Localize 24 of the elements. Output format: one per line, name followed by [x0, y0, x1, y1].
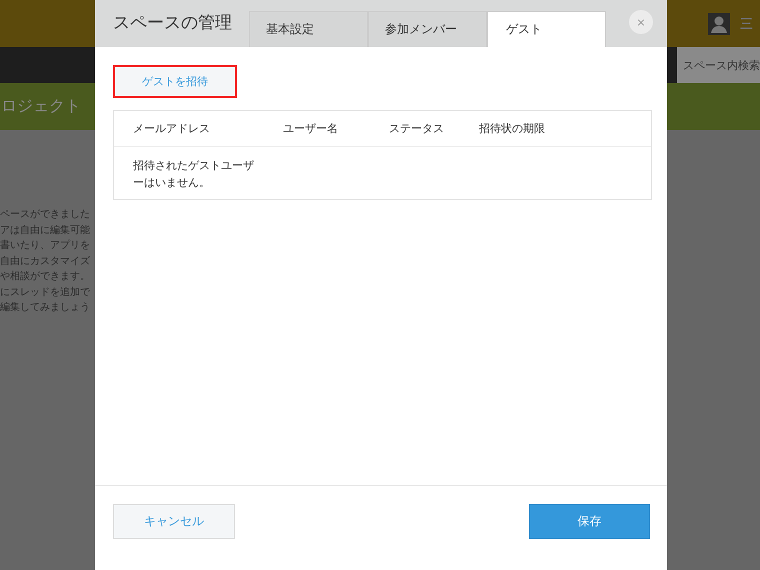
tab[interactable]: 参加メンバー [368, 11, 487, 47]
tab[interactable]: 基本設定 [249, 11, 368, 47]
space-title: ロジェクト [1, 96, 81, 117]
invite-guest-button[interactable]: ゲストを招待 [113, 65, 237, 98]
cancel-button[interactable]: キャンセル [113, 504, 235, 539]
user-name[interactable]: 三 [740, 14, 760, 32]
intro-text-line: ペースができました [0, 208, 90, 222]
column-header: ユーザー名 [283, 121, 339, 136]
close-button[interactable]: × [629, 10, 653, 34]
search-field[interactable]: スペース内検索 [677, 47, 760, 83]
column-header: 招待状の期限 [479, 121, 546, 136]
empty-message: 招待されたゲストユーザーはいません。 [133, 158, 255, 191]
intro-text-line: 書いたり、アプリを [0, 239, 90, 252]
intro-text-line: にスレッドを追加で [0, 286, 90, 299]
intro-text-line: 編集してみましょう [0, 301, 90, 314]
user-avatar-icon[interactable] [708, 12, 730, 34]
save-button[interactable]: 保存 [529, 504, 650, 539]
dialog-title: スペースの管理 [113, 12, 232, 34]
column-header: メールアドレス [133, 121, 211, 136]
intro-text-line: 自由にカスタマイズ [0, 254, 90, 268]
column-header: ステータス [389, 121, 445, 136]
intro-text-line: や相談ができます。 [0, 270, 90, 284]
tab[interactable]: ゲスト [487, 11, 606, 47]
intro-text-line: アは自由に編集可能 [0, 224, 90, 237]
